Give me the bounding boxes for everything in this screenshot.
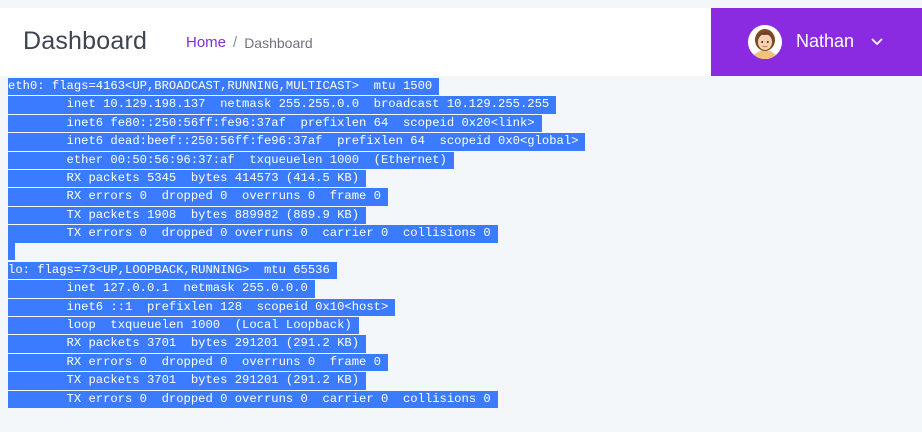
terminal-line: RX errors 0 dropped 0 overruns 0 frame 0 — [8, 187, 585, 206]
terminal-line: inet6 fe80::250:56ff:fe96:37af prefixlen… — [8, 114, 585, 133]
user-menu[interactable]: Nathan — [711, 8, 922, 76]
user-avatar[interactable] — [748, 25, 782, 59]
terminal-line-text: RX errors 0 dropped 0 overruns 0 frame 0 — [8, 353, 388, 372]
terminal-line: inet 10.129.198.137 netmask 255.255.0.0 … — [8, 95, 585, 114]
terminal-line-text: RX errors 0 dropped 0 overruns 0 frame 0 — [8, 188, 388, 206]
terminal-line-text: RX packets 5345 bytes 414573 (414.5 KB) — [8, 169, 367, 188]
terminal-line: inet6 dead:beef::250:56ff:fe96:37af pref… — [8, 132, 586, 151]
breadcrumb: Home / Dashboard — [186, 34, 313, 51]
user-name[interactable]: Nathan — [796, 31, 854, 52]
terminal-line: TX packets 3701 bytes 291201 (291.2 KB) — [8, 371, 585, 390]
terminal-line-text: inet 127.0.0.1 netmask 255.0.0.0 — [8, 280, 315, 298]
terminal-line: RX packets 5345 bytes 414573 (414.5 KB) — [8, 169, 585, 188]
chevron-down-icon[interactable] — [870, 35, 884, 49]
terminal-line-text: lo: flags=73<UP,LOOPBACK,RUNNING> mtu 65… — [8, 261, 337, 280]
top-strip — [0, 0, 922, 8]
terminal-line: ether 00:50:56:96:37:af txqueuelen 1000 … — [8, 151, 585, 169]
terminal-output[interactable]: eth0: flags=4163<UP,BROADCAST,RUNNING,MU… — [8, 77, 586, 409]
page-title: Dashboard — [23, 27, 148, 55]
terminal-line-text: TX errors 0 dropped 0 overruns 0 carrier… — [8, 390, 498, 409]
breadcrumb-current: Dashboard — [244, 34, 313, 51]
terminal-line-text: inet6 dead:beef::250:56ff:fe96:37af pref… — [8, 133, 586, 151]
terminal-line-text: loop txqueuelen 1000 (Local Loopback) — [8, 317, 359, 335]
terminal-line: inet 127.0.0.1 netmask 255.0.0.0 — [8, 279, 585, 298]
terminal-line-text: inet6 fe80::250:56ff:fe96:37af prefixlen… — [8, 114, 542, 133]
terminal-line: eth0: flags=4163<UP,BROADCAST,RUNNING,MU… — [8, 77, 585, 96]
terminal-line-text: inet6 ::1 prefixlen 128 scopeid 0x10<hos… — [8, 298, 396, 317]
terminal-line: TX errors 0 dropped 0 overruns 0 carrier… — [8, 390, 585, 409]
terminal-line-text: TX packets 1908 bytes 889982 (889.9 KB) — [8, 206, 367, 225]
terminal-line — [8, 242, 585, 261]
terminal-line-text: inet 10.129.198.137 netmask 255.255.0.0 … — [8, 96, 557, 114]
terminal-line-text: eth0: flags=4163<UP,BROADCAST,RUNNING,MU… — [8, 78, 440, 96]
terminal-line: lo: flags=73<UP,LOOPBACK,RUNNING> mtu 65… — [8, 261, 585, 280]
terminal-line: RX errors 0 dropped 0 overruns 0 frame 0 — [8, 353, 585, 372]
terminal-line-text: ether 00:50:56:96:37:af txqueuelen 1000 … — [8, 151, 454, 169]
page-header: Dashboard Home / Dashboard Nathan — [0, 8, 922, 76]
terminal-line: TX errors 0 dropped 0 overruns 0 carrier… — [8, 224, 585, 243]
terminal-line: RX packets 3701 bytes 291201 (291.2 KB) — [8, 334, 585, 353]
terminal-line: TX packets 1908 bytes 889982 (889.9 KB) — [8, 206, 585, 225]
terminal-line-text — [8, 242, 15, 260]
breadcrumb-separator: / — [233, 34, 238, 51]
terminal-line-text: RX packets 3701 bytes 291201 (291.2 KB) — [8, 335, 367, 353]
breadcrumb-home-link[interactable]: Home — [186, 34, 226, 51]
terminal-line: loop txqueuelen 1000 (Local Loopback) — [8, 316, 585, 335]
terminal-line: inet6 ::1 prefixlen 128 scopeid 0x10<hos… — [8, 298, 585, 317]
terminal-line-text: TX packets 3701 bytes 291201 (291.2 KB) — [8, 372, 367, 390]
terminal-line-text: TX errors 0 dropped 0 overruns 0 carrier… — [8, 225, 498, 243]
